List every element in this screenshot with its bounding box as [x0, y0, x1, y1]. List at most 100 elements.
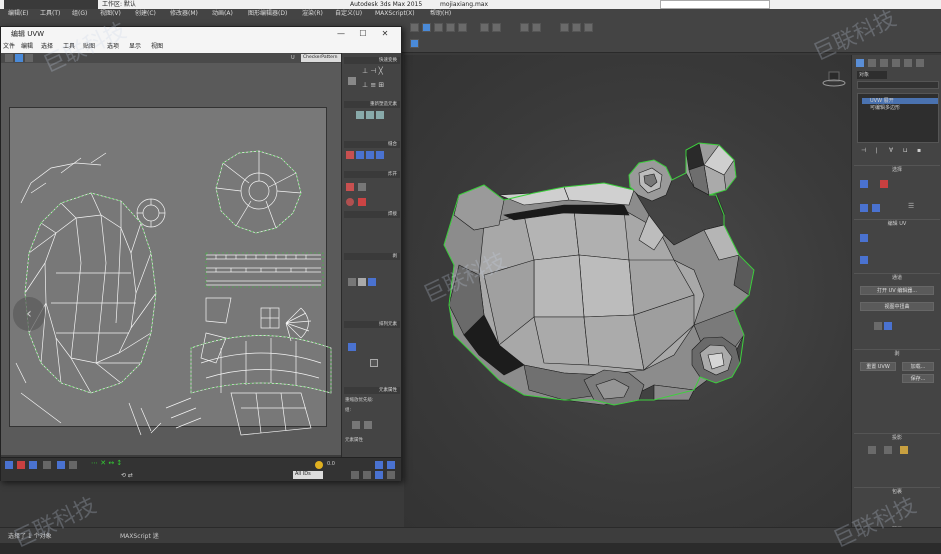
box-map-icon[interactable]	[900, 446, 908, 454]
pin-stack-icon[interactable]: ⊣	[861, 147, 866, 154]
uv-zoom-region-icon[interactable]	[387, 471, 395, 479]
menu-customize[interactable]: 自定义(U)	[335, 9, 362, 19]
select-region-icon[interactable]	[422, 23, 431, 32]
weld-sphere-icon[interactable]	[346, 198, 354, 206]
menu-create[interactable]: 创建(C)	[135, 9, 156, 19]
lscm-icon[interactable]	[368, 278, 376, 286]
render-setup-icon[interactable]	[572, 23, 581, 32]
quick-access-toolbar[interactable]	[4, 0, 98, 9]
stitch-custom-icon[interactable]	[376, 151, 384, 159]
uv-zoom-icon[interactable]	[351, 471, 359, 479]
uv-zoom-extents-icon[interactable]	[375, 471, 383, 479]
rotate-icon[interactable]	[446, 23, 455, 32]
utilities-tab-icon[interactable]	[916, 59, 924, 67]
mirror-icon[interactable]	[520, 23, 529, 32]
uv-menu-display[interactable]: 显示	[129, 41, 141, 53]
remove-modifier-icon[interactable]: ⊔	[903, 147, 908, 154]
side-header-element-props[interactable]: 元素属性	[344, 387, 400, 394]
render-icon[interactable]	[584, 23, 593, 32]
menu-maxscript[interactable]: MAXScript(X)	[375, 9, 415, 19]
uv-edge-icon[interactable]	[17, 461, 25, 469]
angle-snap-icon[interactable]	[492, 23, 501, 32]
viewcube-home-icon[interactable]	[822, 70, 846, 90]
close-icon[interactable]: ✕	[375, 27, 395, 41]
side-header-quick-transform[interactable]: 快速变换	[344, 57, 400, 64]
flip-icon[interactable]	[358, 198, 366, 206]
side-header-arrange[interactable]: 排列元素	[344, 321, 400, 328]
flatten-icon[interactable]	[376, 111, 384, 119]
uv-value-field[interactable]: 0.0	[327, 461, 335, 467]
hierarchy-tab-icon[interactable]	[880, 59, 888, 67]
menu-graph-editors[interactable]: 图形编辑器(D)	[248, 9, 287, 19]
stack-item-unwrap[interactable]: UVW 展开	[862, 98, 938, 104]
stitch-target-icon[interactable]	[356, 151, 364, 159]
side-header-stitch[interactable]: 缝合	[344, 141, 400, 148]
uv-menu-edit[interactable]: 编辑	[21, 41, 33, 53]
configure-sets-icon[interactable]: ▪	[917, 147, 921, 154]
uv-snap-icon[interactable]	[387, 461, 395, 469]
open-uv-editor-button[interactable]: 打开 UV 编辑器...	[860, 286, 934, 295]
vertex-select-icon[interactable]	[860, 180, 868, 188]
maximize-icon[interactable]: ☐	[353, 27, 373, 41]
maxscript-listener[interactable]: MAXScript 迷	[120, 531, 159, 540]
modifier-list-dropdown[interactable]	[857, 81, 939, 89]
modify-tab-icon[interactable]	[868, 59, 876, 67]
menu-tools[interactable]: 工具(T)	[40, 9, 60, 19]
lock-selection-icon[interactable]	[315, 461, 323, 469]
stitch-average-icon[interactable]	[366, 151, 374, 159]
tweak-in-view-button[interactable]: 视图中扭曲	[860, 302, 934, 311]
pack-together-icon[interactable]	[370, 359, 378, 367]
make-unique-icon[interactable]: ∀	[889, 147, 893, 154]
select-icon[interactable]	[410, 23, 419, 32]
quick-planar-icon[interactable]	[860, 256, 868, 264]
create-tab-icon[interactable]	[856, 59, 864, 67]
uv-menu-view[interactable]: 视图	[151, 41, 163, 53]
uv-shrink-icon[interactable]	[69, 461, 77, 469]
menu-help[interactable]: 帮助(H)	[430, 9, 451, 19]
perspective-viewport[interactable]	[404, 55, 851, 527]
all-ids-dropdown[interactable]: All IDs	[293, 471, 323, 479]
peel-mode-icon[interactable]	[348, 278, 356, 286]
minimize-icon[interactable]: —	[331, 27, 351, 41]
show-end-result-icon[interactable]: ∣	[875, 147, 878, 154]
menu-rendering[interactable]: 渲染(R)	[302, 9, 323, 19]
search-box[interactable]	[660, 0, 770, 9]
uv-face-icon[interactable]	[29, 461, 37, 469]
group-set-icon[interactable]	[364, 421, 372, 429]
menu-edit[interactable]: 编辑(E)	[8, 9, 28, 19]
uv-vertex-icon[interactable]	[5, 461, 13, 469]
modifier-stack[interactable]: UVW 展开 可编辑多边形	[857, 93, 939, 143]
motion-tab-icon[interactable]	[892, 59, 900, 67]
snap-icon[interactable]	[480, 23, 489, 32]
relax-icon[interactable]	[366, 111, 374, 119]
element-select-icon[interactable]	[872, 204, 880, 212]
tweak-icon[interactable]	[860, 234, 868, 242]
uv-select-element-icon[interactable]	[43, 461, 51, 469]
menu-group[interactable]: 组(G)	[72, 9, 87, 19]
uv-menu-file[interactable]: 文件	[3, 41, 15, 53]
uv-grid-icon[interactable]	[375, 461, 383, 469]
loop-icon[interactable]: ☰	[908, 202, 914, 210]
seam-icon[interactable]	[874, 322, 882, 330]
uv-pan-icon[interactable]	[363, 471, 371, 479]
uv-scale-icon[interactable]	[25, 54, 33, 62]
menu-animation[interactable]: 动画(A)	[212, 9, 233, 19]
pivot-icon[interactable]	[348, 77, 356, 85]
uv-grow-icon[interactable]	[57, 461, 65, 469]
space-icons[interactable]: ⊥ ≡ ⊞	[362, 81, 384, 89]
uv-rotate-icon[interactable]	[15, 54, 23, 62]
prev-arrow-icon[interactable]: ‹	[13, 297, 45, 331]
align-icon[interactable]	[532, 23, 541, 32]
side-header-explode[interactable]: 炸开	[344, 171, 400, 178]
scale-icon[interactable]	[458, 23, 467, 32]
align-icons[interactable]: ⊥ ⊣ ╳	[362, 67, 383, 75]
save-button[interactable]: 保存...	[902, 374, 934, 383]
workspace-selector[interactable]: 工作区: 默认	[102, 0, 136, 9]
straighten-icon[interactable]	[356, 111, 364, 119]
side-header-weld[interactable]: 焊接	[344, 211, 400, 218]
texture-dropdown[interactable]: CheckerPattern	[301, 54, 341, 62]
uv-loop-icons[interactable]: ⋯ ✕ ↔ ↕	[91, 459, 122, 467]
reset-uvw-button[interactable]: 重置 UVW	[860, 362, 896, 371]
display-tab-icon[interactable]	[904, 59, 912, 67]
uv-move-icon[interactable]	[5, 54, 13, 62]
